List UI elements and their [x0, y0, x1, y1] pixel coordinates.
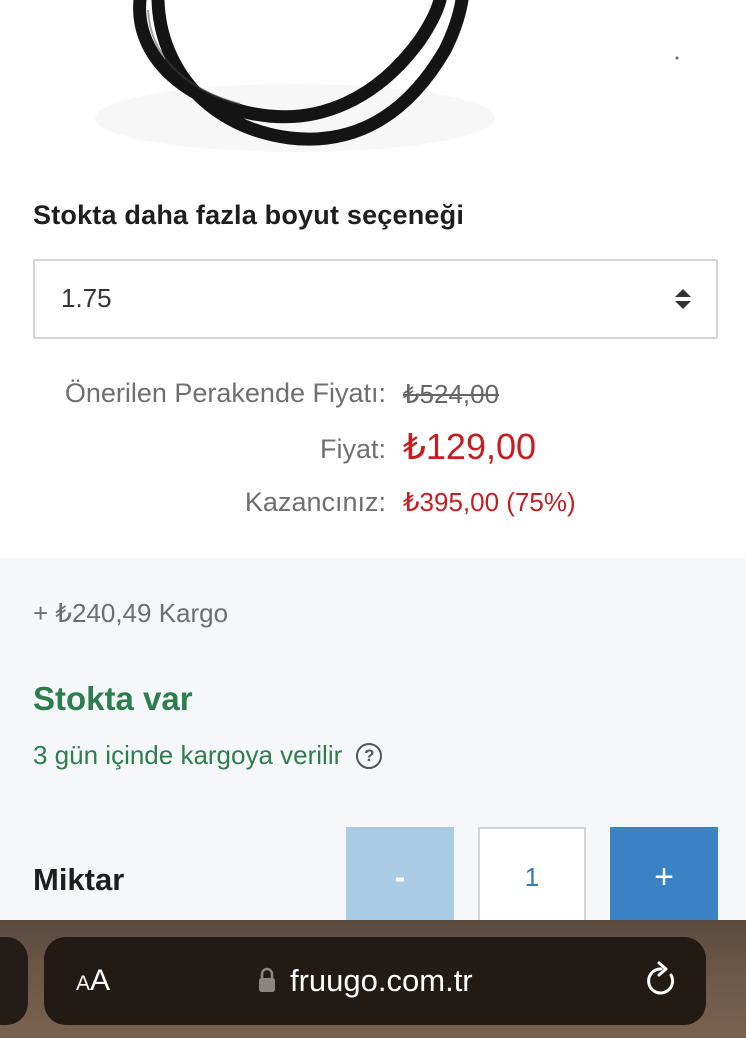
dispatch-info: 3 gün içinde kargoya verilir ?	[33, 740, 383, 771]
aa-large-text: A	[90, 964, 111, 997]
aa-small-text: A	[76, 972, 91, 995]
quantity-decrease-button[interactable]: -	[346, 827, 454, 927]
cord-necklace-image	[0, 0, 746, 160]
product-image	[0, 0, 746, 160]
reload-icon[interactable]	[643, 961, 679, 999]
stock-status: Stokta var	[33, 680, 193, 717]
size-option-label: Stokta daha fazla boyut seçeneği	[33, 200, 465, 230]
shipping-cost: + ₺240,49 Kargo	[33, 598, 229, 628]
rrp-value: ₺524,00	[403, 379, 500, 409]
rrp-label: Önerilen Perakende Fiyatı:	[64, 378, 386, 408]
product-page: Stokta daha fazla boyut seçeneği 1.75 Ön…	[0, 0, 746, 1038]
quantity-label: Miktar	[33, 862, 125, 897]
quantity-increase-button[interactable]: +	[610, 827, 718, 927]
price-label: Fiyat:	[319, 434, 386, 464]
price-value: ₺129,00	[403, 426, 537, 467]
previous-tab-stub[interactable]	[0, 937, 28, 1025]
url-text[interactable]: fruugo.com.tr	[290, 963, 473, 999]
size-select[interactable]: 1.75	[33, 259, 718, 339]
savings-value: ₺395,00 (75%)	[403, 487, 576, 517]
size-select-value: 1.75	[61, 283, 112, 313]
reader-settings-button[interactable]: AA	[76, 964, 110, 998]
savings-label: Kazancınız:	[244, 487, 386, 517]
quantity-input[interactable]: 1	[478, 827, 586, 927]
dispatch-text: 3 gün içinde kargoya verilir	[33, 740, 343, 770]
select-arrows-icon	[675, 289, 691, 309]
lock-icon	[259, 967, 275, 992]
question-circle-icon[interactable]: ?	[356, 742, 383, 769]
